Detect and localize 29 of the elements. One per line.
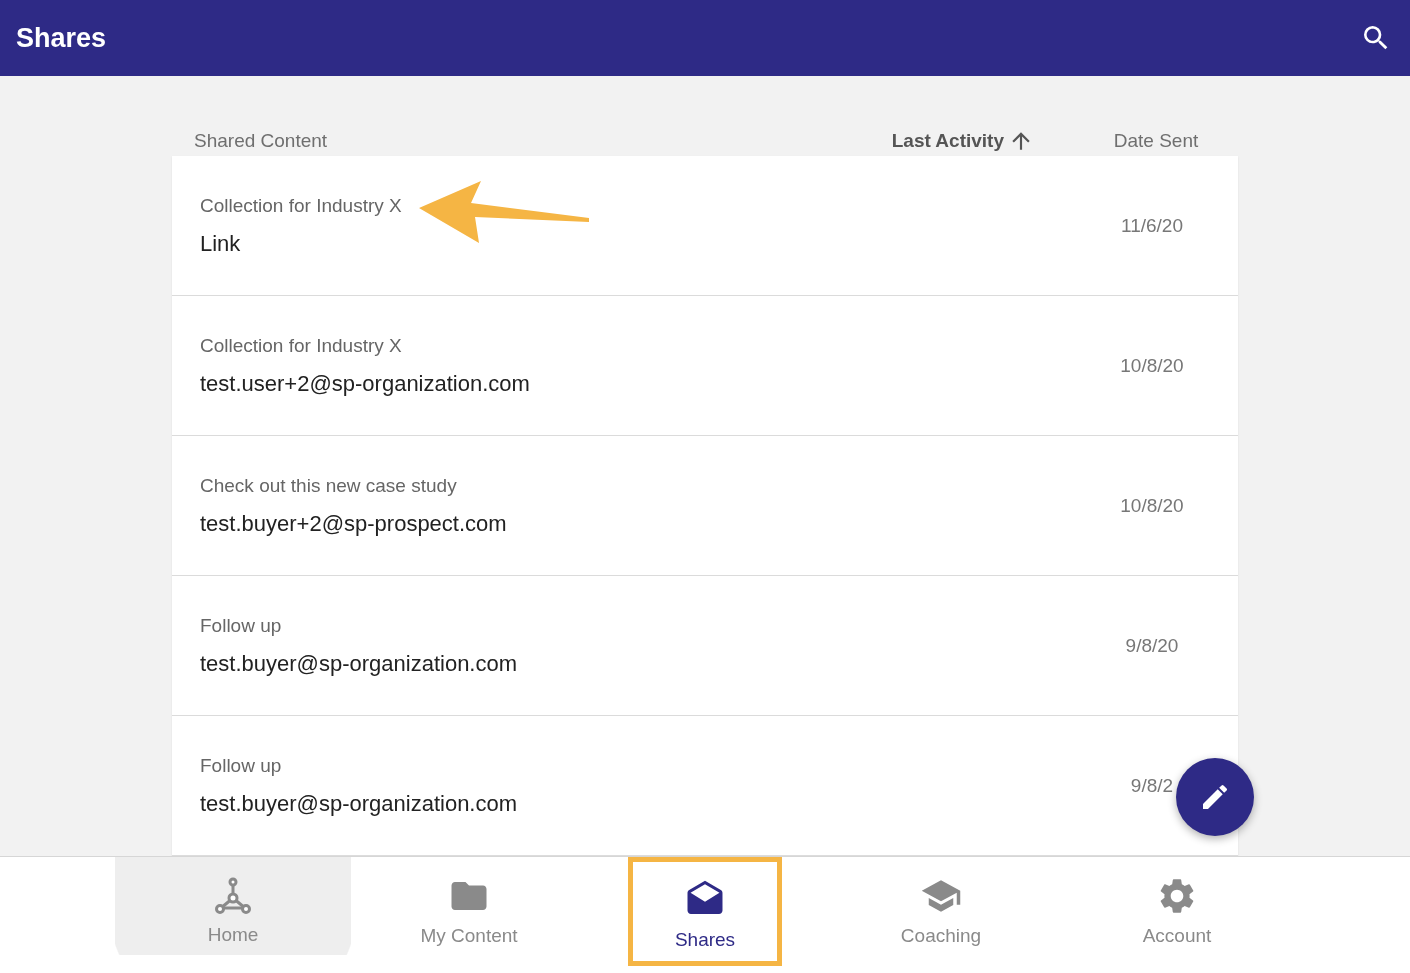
- share-recipient: test.buyer@sp-organization.com: [200, 650, 519, 677]
- date-sent: 11/6/20: [1120, 214, 1184, 237]
- share-recipient: test.user+2@sp-organization.com: [200, 370, 531, 397]
- share-title: Check out this new case study: [200, 474, 458, 497]
- nav-tab[interactable]: Account: [1059, 857, 1295, 955]
- share-title: Collection for Industry X: [200, 194, 403, 217]
- share-row[interactable]: Check out this new case study test.buyer+2@sp-prospect.com 10/8/20: [172, 436, 1238, 576]
- share-title: Collection for Industry X: [200, 334, 403, 357]
- share-row[interactable]: Collection for Industry X test.user+2@sp-organization.com 10/8/20: [172, 296, 1238, 436]
- share-title: Follow up: [200, 754, 283, 777]
- share-recipient: test.buyer@sp-organization.com: [200, 790, 519, 817]
- date-sent: 10/8/20: [1119, 354, 1185, 377]
- share-title: Follow up: [200, 614, 283, 637]
- nav-tab[interactable]: My Content: [351, 857, 587, 955]
- share-recipient: Link: [200, 230, 242, 257]
- nav-tab[interactable]: Shares: [628, 857, 782, 966]
- column-header[interactable]: Date Sent: [1113, 130, 1199, 152]
- date-sent: 9/8/20: [1124, 634, 1180, 657]
- share-row[interactable]: Follow up test.buyer@sp-organization.com 9/8/20: [172, 576, 1238, 716]
- share-row[interactable]: Collection for Industry X Link 11/6/20: [172, 156, 1238, 296]
- column-header[interactable]: Shared Content: [194, 130, 328, 152]
- date-sent: 9/8/2: [1129, 774, 1175, 797]
- column-header[interactable]: Last Activity: [891, 128, 1034, 154]
- date-sent: 10/8/20: [1119, 494, 1185, 517]
- app-title: Shares: [16, 22, 107, 54]
- share-recipient: test.buyer+2@sp-prospect.com: [200, 510, 508, 537]
- nav-tab[interactable]: Coaching: [823, 857, 1059, 955]
- network-icon: [213, 876, 253, 916]
- share-row[interactable]: Follow up test.buyer@sp-organization.com 9/8/2: [172, 716, 1238, 856]
